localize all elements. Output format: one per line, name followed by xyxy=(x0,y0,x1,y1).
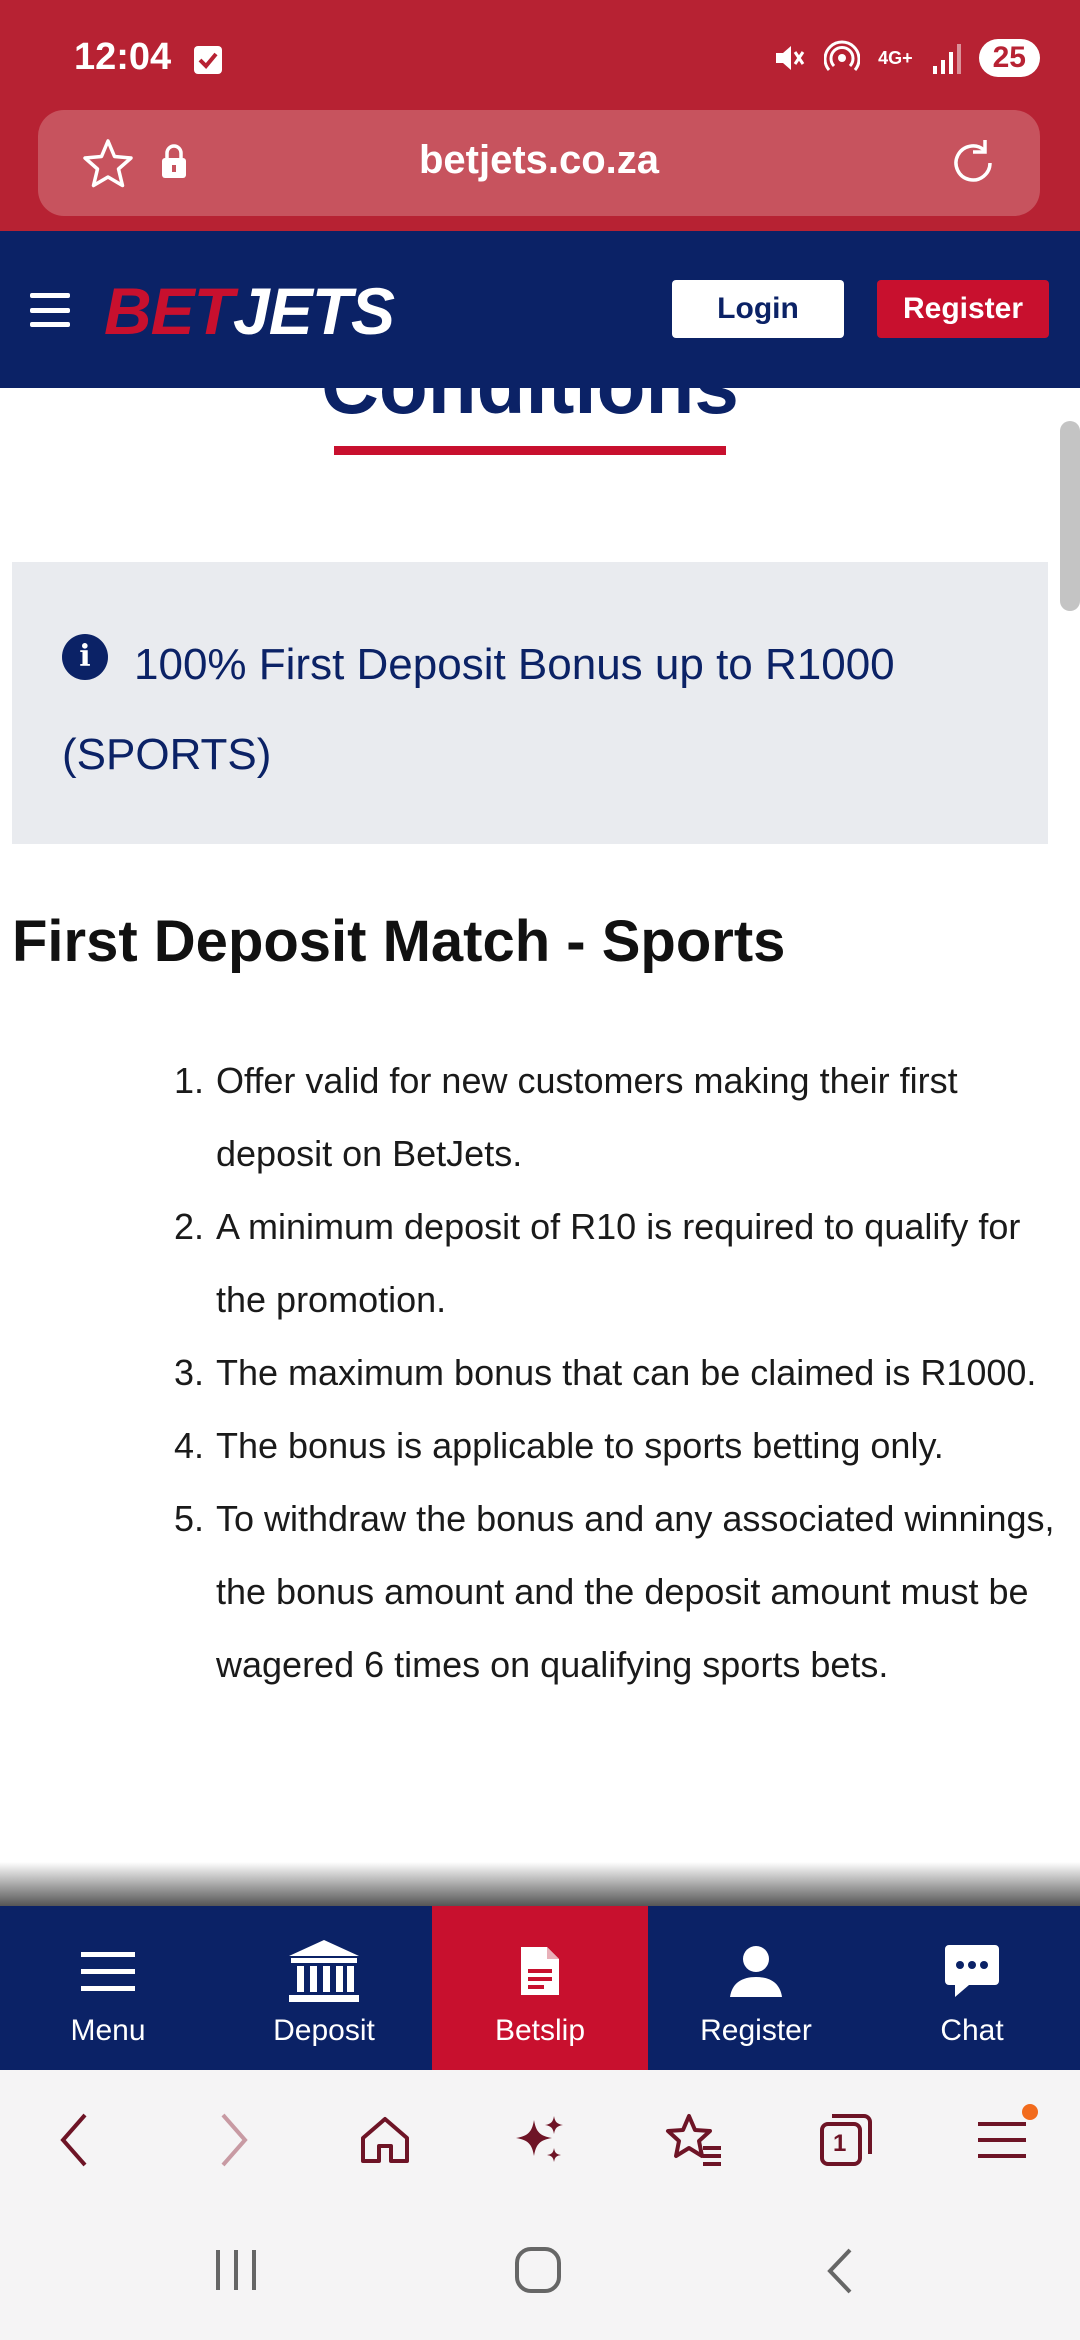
nav-label: Betslip xyxy=(494,2014,586,2047)
nav-item-deposit[interactable]: Deposit xyxy=(216,1906,432,2070)
url-bar[interactable]: betjets.co.za xyxy=(38,110,1040,216)
signal-icon xyxy=(932,44,961,74)
nav-label: Chat xyxy=(940,2014,1004,2047)
menu-icon xyxy=(978,2122,1026,2158)
back-button[interactable] xyxy=(44,2110,104,2170)
system-nav-bar xyxy=(0,2210,1080,2340)
nav-item-menu[interactable]: Menu xyxy=(0,1906,216,2070)
recents-icon[interactable] xyxy=(214,2248,260,2292)
sparkle-icon xyxy=(516,2116,563,2162)
home-circle-icon[interactable] xyxy=(514,2246,562,2294)
browser-toolbar: 1 xyxy=(0,2070,1080,2210)
tabs-button[interactable]: 1 xyxy=(816,2110,876,2170)
status-bar: 12:04 4G+ 25 xyxy=(0,0,1080,110)
notification-dot xyxy=(1022,2104,1038,2120)
logo-bet: BET xyxy=(104,274,234,348)
chat-icon xyxy=(945,1945,999,1997)
nav-label: Deposit xyxy=(273,2014,375,2047)
ai-sparkle-button[interactable] xyxy=(510,2110,570,2170)
chevron-right-icon xyxy=(221,2113,248,2167)
title-underline xyxy=(334,446,726,455)
bottom-nav: Menu Deposit Betslip Register Chat xyxy=(0,1906,1080,2070)
back-icon[interactable] xyxy=(822,2246,856,2296)
bank-icon xyxy=(289,1940,359,2002)
user-icon xyxy=(730,1946,782,1997)
network-type: 4G+ xyxy=(878,47,913,68)
reload-icon[interactable] xyxy=(944,134,1002,192)
star-list-icon xyxy=(666,2114,721,2166)
url-text[interactable]: betjets.co.za xyxy=(38,138,1040,183)
list-item: 1. Offer valid for new customers making t… xyxy=(174,1060,958,1174)
list-item: 5. To withdraw the bonus and any associat… xyxy=(174,1498,1055,1685)
bookmarks-button[interactable] xyxy=(664,2110,724,2170)
nav-label: Menu xyxy=(70,2014,146,2047)
page-title: Conditions xyxy=(0,388,1060,432)
betjets-logo[interactable]: BETJETS xyxy=(104,273,395,349)
list-item: 2. A minimum deposit of R10 is required t… xyxy=(174,1206,1021,1320)
hamburger-menu-icon[interactable] xyxy=(30,293,70,327)
forward-button[interactable] xyxy=(204,2110,264,2170)
login-button[interactable]: Login xyxy=(672,280,844,338)
main-content[interactable]: Conditions i 100% First Deposit Bonus up… xyxy=(0,388,1080,1906)
status-time: 12:04 xyxy=(74,36,172,78)
scrollbar-thumb[interactable] xyxy=(1060,421,1080,611)
register-button[interactable]: Register xyxy=(877,280,1049,338)
nav-item-chat[interactable]: Chat xyxy=(864,1906,1080,2070)
status-icons: 4G+ 25 xyxy=(772,36,1040,80)
nav-shadow xyxy=(0,1862,1080,1906)
terms-list: 1. Offer valid for new customers making t… xyxy=(174,1044,1056,1701)
browser-chrome-top: 12:04 4G+ 25 betjets.co.za xyxy=(0,0,1080,231)
battery-badge: 25 xyxy=(978,39,1040,77)
logo-jets: JETS xyxy=(233,274,395,348)
home-button[interactable] xyxy=(355,2110,415,2170)
info-banner-text: 100% First Deposit Bonus up to R1000 (SP… xyxy=(62,640,895,779)
tab-count: 1 xyxy=(833,2130,847,2157)
info-banner: i 100% First Deposit Bonus up to R1000 (… xyxy=(12,562,1048,844)
list-item: 4. The bonus is applicable to sports bett… xyxy=(174,1425,944,1466)
chevron-left-icon xyxy=(60,2113,87,2167)
menu-icon xyxy=(81,1952,135,1991)
mute-icon xyxy=(776,46,805,70)
home-icon xyxy=(361,2117,409,2163)
site-header: BETJETS Login Register xyxy=(0,231,1080,388)
section-title: First Deposit Match - Sports xyxy=(12,909,786,974)
nav-label: Register xyxy=(700,2014,812,2047)
browser-menu-button[interactable] xyxy=(972,2104,1038,2170)
notification-check-icon xyxy=(194,46,222,74)
list-item: 3. The maximum bonus that can be claimed … xyxy=(174,1352,1037,1393)
document-icon xyxy=(521,1947,559,1995)
hotspot-icon xyxy=(824,40,861,71)
nav-item-betslip[interactable]: Betslip xyxy=(432,1906,648,2070)
nav-item-register[interactable]: Register xyxy=(648,1906,864,2070)
